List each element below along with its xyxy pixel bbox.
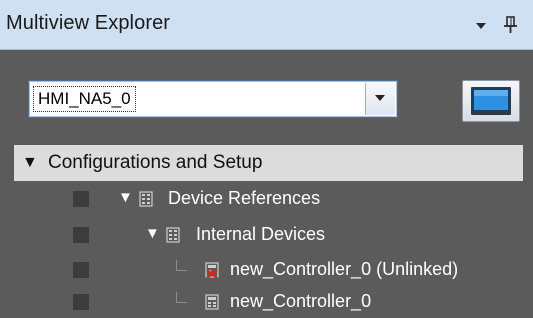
tree-item-label: Internal Devices [196,224,326,244]
status-indicator [73,227,89,243]
tree-item-device-references[interactable]: ▼ Device References [0,183,533,215]
chevron-down-icon[interactable] [365,83,395,115]
hmi-screen-icon [471,87,511,115]
unlinked-controller-icon [204,262,220,279]
status-indicator [73,294,89,310]
tree-item-label: new_Controller_0 (Unlinked) [230,259,459,279]
tree-item-label: Device References [168,188,321,208]
panel-title: Multiview Explorer [6,12,171,34]
tree-expander[interactable]: ▼ [145,225,160,242]
device-screen-button[interactable] [462,80,520,122]
device-select-value: HMI_NA5_0 [33,86,136,112]
status-indicator [73,262,89,278]
section-header-configurations[interactable]: ▼ Configurations and Setup [14,145,523,181]
panel-header: Multiview Explorer [0,0,533,50]
controller-icon [204,294,220,310]
section-label: Configurations and Setup [48,152,263,173]
device-select[interactable]: HMI_NA5_0 [28,80,398,118]
device-references-icon [138,191,154,207]
tree-branch-line [176,260,187,271]
status-indicator [73,191,89,207]
tree-item-controller-unlinked[interactable]: new_Controller_0 (Unlinked) [0,254,533,286]
tree-item-label: new_Controller_0 [230,291,372,311]
tree-item-internal-devices[interactable]: ▼ Internal Devices [0,219,533,251]
tree-branch-line [176,292,187,303]
section-expander[interactable]: ▼ [22,154,38,172]
internal-devices-icon [165,227,181,243]
tree-expander[interactable]: ▼ [118,189,133,206]
pin-icon[interactable] [500,14,522,36]
panel-menu-dropdown-icon[interactable] [470,14,492,36]
tree-item-controller[interactable]: new_Controller_0 [0,286,533,318]
